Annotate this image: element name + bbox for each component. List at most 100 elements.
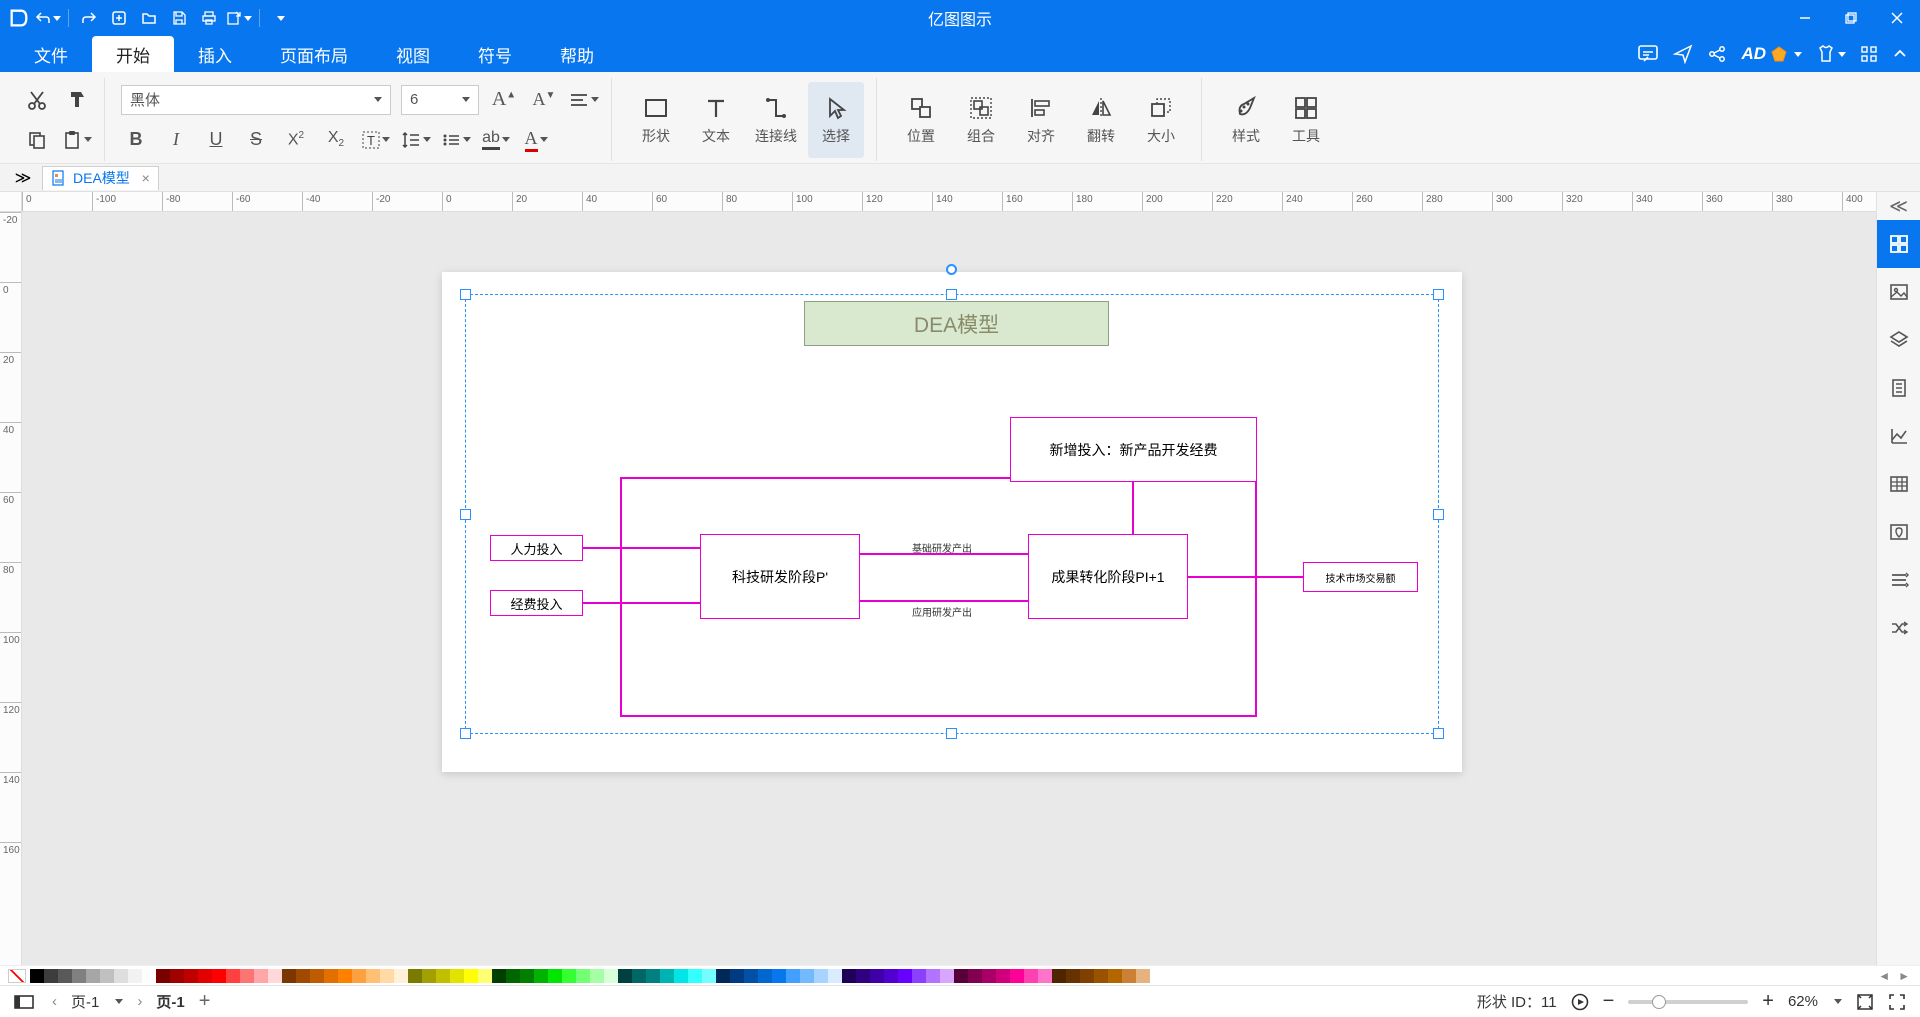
increase-font-button[interactable]: A▲ [489,84,519,116]
color-swatch[interactable] [1024,969,1038,983]
collapse-right-icon[interactable]: ≪ [1877,192,1920,220]
color-swatch[interactable] [562,969,576,983]
color-swatch[interactable] [380,969,394,983]
color-swatch[interactable] [632,969,646,983]
page-active[interactable]: 页-1 [156,991,184,1012]
color-swatch[interactable] [898,969,912,983]
tab-insert[interactable]: 插入 [174,36,256,72]
color-swatch[interactable] [996,969,1010,983]
color-swatch[interactable] [142,969,156,983]
handle-s[interactable] [946,728,957,739]
color-swatch[interactable] [44,969,58,983]
flow-input-1[interactable]: 人力投入 [490,535,583,561]
color-swatch[interactable] [730,969,744,983]
color-swatch[interactable] [520,969,534,983]
font-family-select[interactable]: 黑体 [121,85,391,115]
highlight-button[interactable]: ab [481,124,511,156]
font-color-button[interactable]: A [521,124,551,156]
color-swatch[interactable] [422,969,436,983]
color-swatch[interactable] [800,969,814,983]
feedback-icon[interactable] [1637,43,1659,65]
color-swatch[interactable] [534,969,548,983]
bullets-button[interactable] [441,124,471,156]
page[interactable]: DEA模型 新增投入：新产品开发经费 人力投入 经费投入 科技研发阶段P' 成果… [442,272,1462,772]
panel-shuffle-icon[interactable] [1877,604,1920,652]
underline-button[interactable]: U [201,124,231,156]
new-button[interactable] [105,4,133,32]
connector-button[interactable]: 连接线 [748,82,804,158]
color-swatch[interactable] [1066,969,1080,983]
color-swatch[interactable] [870,969,884,983]
handle-ne[interactable] [1433,289,1444,300]
conn-in2[interactable] [583,602,700,604]
color-swatch[interactable] [436,969,450,983]
share-icon[interactable] [1707,44,1727,64]
fullscreen-icon[interactable] [1888,993,1906,1011]
color-swatch[interactable] [856,969,870,983]
flow-stage-1[interactable]: 科技研发阶段P' [700,534,860,619]
paste-button[interactable] [62,124,92,156]
text-block-button[interactable]: 文本 [688,82,744,158]
color-swatch[interactable] [100,969,114,983]
text-tool-button[interactable]: T [361,124,391,156]
color-swatch[interactable] [954,969,968,983]
format-painter-button[interactable] [62,84,92,116]
restore-button[interactable] [1828,0,1874,36]
zoom-slider-thumb[interactable] [1652,995,1666,1009]
color-swatch[interactable] [506,969,520,983]
color-swatch[interactable] [198,969,212,983]
flow-output-box[interactable]: 技术市场交易额 [1303,562,1418,592]
redo-button[interactable] [75,4,103,32]
flow-new-input-box[interactable]: 新增投入：新产品开发经费 [1010,417,1257,482]
flow-input-2[interactable]: 经费投入 [490,590,583,616]
align-button[interactable]: 对齐 [1013,82,1069,158]
line-spacing-button[interactable] [401,124,431,156]
conn-top-down[interactable] [1132,482,1134,534]
panel-image-icon[interactable] [1877,268,1920,316]
page-nav-icon[interactable] [14,994,34,1010]
color-swatch[interactable] [814,969,828,983]
size-button[interactable]: 大小 [1133,82,1189,158]
qat-more-button[interactable] [266,4,294,32]
zoom-out-button[interactable]: − [1603,990,1615,1013]
color-swatch[interactable] [30,969,44,983]
color-swatch[interactable] [268,969,282,983]
color-swatch[interactable] [296,969,310,983]
document-tab[interactable]: DEA模型 × [42,166,159,190]
color-swatch[interactable] [464,969,478,983]
handle-n[interactable] [946,289,957,300]
color-swatch[interactable] [604,969,618,983]
open-button[interactable] [135,4,163,32]
app-logo[interactable] [4,0,34,36]
color-swatch[interactable] [58,969,72,983]
color-swatch[interactable] [926,969,940,983]
tab-help[interactable]: 帮助 [536,36,618,72]
handle-sw[interactable] [460,728,471,739]
superscript-button[interactable]: X2 [281,124,311,156]
conn-stage-bot[interactable] [860,600,1028,602]
tab-file[interactable]: 文件 [10,36,92,72]
panel-map-icon[interactable] [1877,508,1920,556]
apps-icon[interactable] [1860,45,1878,63]
print-button[interactable] [195,4,223,32]
color-swatch[interactable] [1108,969,1122,983]
panel-table-icon[interactable] [1877,460,1920,508]
color-swatch[interactable] [660,969,674,983]
handle-w[interactable] [460,509,471,520]
bold-button[interactable]: B [121,124,151,156]
color-swatch[interactable] [156,969,170,983]
panel-layers-icon[interactable] [1877,316,1920,364]
tab-view[interactable]: 视图 [372,36,454,72]
play-icon[interactable] [1571,993,1589,1011]
panel-chart-icon[interactable] [1877,412,1920,460]
color-swatch[interactable] [338,969,352,983]
undo-button[interactable] [34,4,62,32]
ad-badge[interactable]: AD [1741,44,1802,64]
strikethrough-button[interactable]: S [241,124,271,156]
close-tab-icon[interactable]: × [142,170,150,186]
color-swatch[interactable] [86,969,100,983]
collapse-ribbon-icon[interactable] [1892,46,1908,62]
tshirt-icon[interactable] [1816,44,1846,64]
color-swatch[interactable] [940,969,954,983]
color-swatch[interactable] [212,969,226,983]
